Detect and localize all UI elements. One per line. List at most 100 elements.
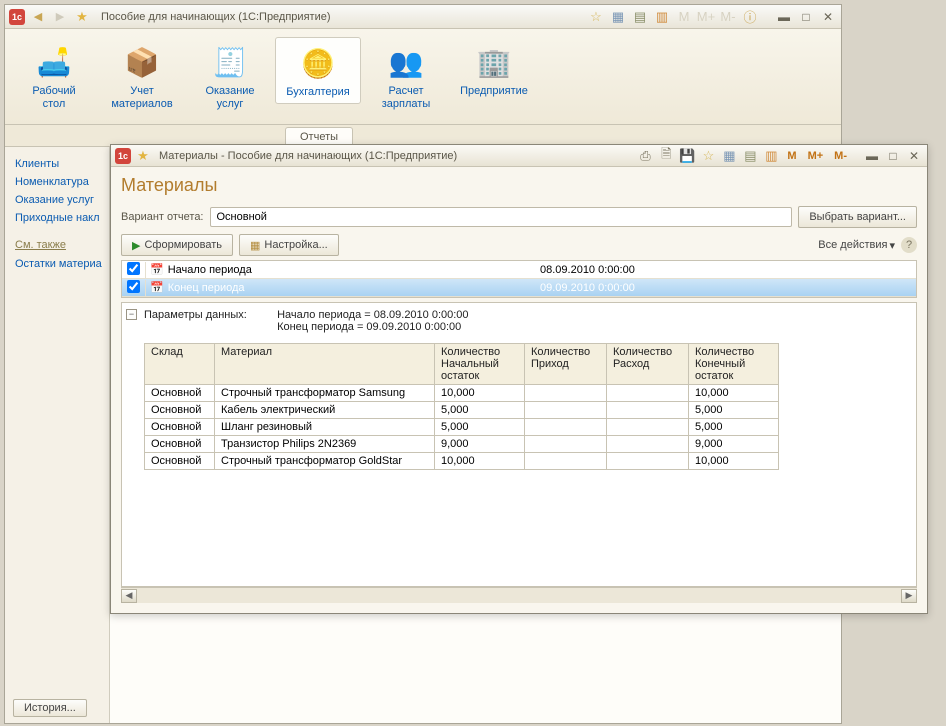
cell-warehouse: Основной [145, 385, 215, 402]
m-faded[interactable]: M [675, 8, 693, 26]
toolbar-label: Расчетзарплаты [365, 85, 447, 111]
table-row[interactable]: ОсновнойКабель электрический5,0005,000 [145, 402, 779, 419]
sidebar-link-1[interactable]: Номенклатура [15, 173, 107, 191]
save-icon[interactable]: 💾 [678, 147, 696, 165]
period-row-0[interactable]: 📅Начало периода08.09.2010 0:00:00 [122, 261, 916, 279]
preview-icon[interactable]: 🗎 [657, 147, 675, 165]
cell-material: Транзистор Philips 2N2369 [215, 436, 435, 453]
cell-in [525, 402, 607, 419]
mminus-faded[interactable]: M- [719, 8, 737, 26]
star-outline-icon[interactable]: ☆ [587, 8, 605, 26]
cell-end: 10,000 [689, 453, 779, 470]
period-label: 📅Начало периода [146, 263, 536, 276]
cell-warehouse: Основной [145, 419, 215, 436]
nav-forward-button[interactable]: ▶ [51, 8, 69, 26]
toolbar-item-1[interactable]: 📦Учетматериалов [99, 37, 185, 115]
print-icon[interactable]: ⎙ [636, 147, 654, 165]
report-heading: Материалы [121, 175, 917, 196]
period-checkbox[interactable] [122, 262, 146, 278]
period-row-1[interactable]: 📅Конец периода09.09.2010 0:00:00 [122, 279, 916, 297]
toolbar-label: Учетматериалов [101, 85, 183, 111]
sidebar-link-3[interactable]: Приходные накл [15, 209, 107, 227]
help-icon[interactable]: ? [901, 237, 917, 253]
report-close-button[interactable]: ✕ [905, 147, 923, 165]
cell-out [607, 419, 689, 436]
nav-back-button[interactable]: ◀ [29, 8, 47, 26]
cell-end: 5,000 [689, 419, 779, 436]
report-body: Материалы Вариант отчета: Выбрать вариан… [111, 167, 927, 613]
close-button[interactable]: ✕ [819, 8, 837, 26]
info-icon[interactable]: ⓘ [741, 8, 759, 26]
settings-button[interactable]: ▦ Настройка... [239, 234, 339, 256]
calendar-small-icon: 📅 [150, 281, 164, 294]
toolbar-icon: 🪙 [297, 42, 339, 84]
cell-end: 10,000 [689, 385, 779, 402]
maximize-button[interactable]: □ [797, 8, 815, 26]
period-value: 09.09.2010 0:00:00 [536, 282, 916, 294]
table-row[interactable]: ОсновнойСтрочный трансформатор GoldStar1… [145, 453, 779, 470]
sidebar-link-0[interactable]: Клиенты [15, 155, 107, 173]
choose-variant-button[interactable]: Выбрать вариант... [798, 206, 917, 228]
calendar2-icon[interactable]: ▥ [762, 147, 780, 165]
mplus-faded[interactable]: M+ [697, 8, 715, 26]
col-header: КоличествоРасход [607, 344, 689, 385]
variant-input[interactable] [210, 207, 793, 227]
history-button[interactable]: История... [13, 699, 87, 717]
col-header: КоличествоКонечныйостаток [689, 344, 779, 385]
toolbar-icon: 🛋️ [33, 41, 75, 83]
calendar-small-icon: 📅 [150, 263, 164, 276]
period-grid: 📅Начало периода08.09.2010 0:00:00📅Конец … [121, 260, 917, 298]
table-row[interactable]: ОсновнойШланг резиновый5,0005,000 [145, 419, 779, 436]
report-minimize-button[interactable]: ▬ [863, 147, 881, 165]
toolbar-label: Бухгалтерия [278, 86, 358, 99]
calendar-icon[interactable]: ▥ [653, 8, 671, 26]
form-button[interactable]: ▶ Сформировать [121, 234, 233, 256]
collapse-toggle[interactable]: − [126, 309, 137, 320]
params-line-1: Конец периода = 09.09.2010 0:00:00 [277, 321, 461, 333]
col-header: Материал [215, 344, 435, 385]
toolbar-item-4[interactable]: 👥Расчетзарплаты [363, 37, 449, 115]
report-star-icon[interactable]: ★ [134, 147, 152, 165]
calc2-icon[interactable]: ▤ [741, 147, 759, 165]
all-actions-dropdown[interactable]: Все действия ▾ [818, 239, 895, 252]
toolbar-icon: 👥 [385, 41, 427, 83]
col-header: КоличествоПриход [525, 344, 607, 385]
sidebar-link-2[interactable]: Оказание услуг [15, 191, 107, 209]
table-row[interactable]: ОсновнойТранзистор Philips 2N23699,0009,… [145, 436, 779, 453]
period-value: 08.09.2010 0:00:00 [536, 264, 916, 276]
horizontal-scrollbar[interactable]: ◀ ▶ [121, 587, 917, 603]
m-minus-button[interactable]: M- [830, 150, 851, 162]
main-titlebar: 1c ◀ ▶ ★ Пособие для начинающих (1С:Пред… [5, 5, 841, 29]
m-button[interactable]: M [783, 150, 800, 162]
toolbar-item-5[interactable]: 🏢Предприятие [451, 37, 537, 102]
settings-button-label: Настройка... [264, 239, 327, 251]
favorite-icon[interactable]: ★ [73, 8, 91, 26]
minimize-button[interactable]: ▬ [775, 8, 793, 26]
toolbar-item-3[interactable]: 🪙 Бухгалтерия [275, 37, 361, 104]
cell-material: Строчный трансформатор Samsung [215, 385, 435, 402]
table-row[interactable]: ОсновнойСтрочный трансформатор Samsung10… [145, 385, 779, 402]
calculator-icon[interactable]: ▤ [631, 8, 649, 26]
cell-end: 9,000 [689, 436, 779, 453]
toolbar-item-2[interactable]: 🧾Оказаниеуслуг [187, 37, 273, 115]
tool-icon-1[interactable]: ▦ [609, 8, 627, 26]
sidebar-seealso-0[interactable]: Остатки материа [15, 255, 107, 273]
sidebar-see-also-header: См. также [15, 239, 107, 251]
params-line-0: Начало периода = 08.09.2010 0:00:00 [277, 309, 468, 321]
variant-label: Вариант отчета: [121, 211, 204, 223]
m-plus-button[interactable]: M+ [804, 150, 828, 162]
grid-icon[interactable]: ▦ [720, 147, 738, 165]
chevron-down-icon: ▾ [889, 239, 895, 252]
scroll-right-button[interactable]: ▶ [901, 589, 917, 603]
star2-icon[interactable]: ☆ [699, 147, 717, 165]
cell-start: 5,000 [435, 419, 525, 436]
toolbar-item-0[interactable]: 🛋️Рабочийстол [11, 37, 97, 115]
cell-material: Шланг резиновый [215, 419, 435, 436]
report-titlebar: 1c ★ Материалы - Пособие для начинающих … [111, 145, 927, 167]
scroll-left-button[interactable]: ◀ [121, 589, 137, 603]
cell-start: 10,000 [435, 385, 525, 402]
report-maximize-button[interactable]: □ [884, 147, 902, 165]
toolbar-label: Оказаниеуслуг [189, 85, 271, 111]
cell-in [525, 453, 607, 470]
period-checkbox[interactable] [122, 280, 146, 296]
